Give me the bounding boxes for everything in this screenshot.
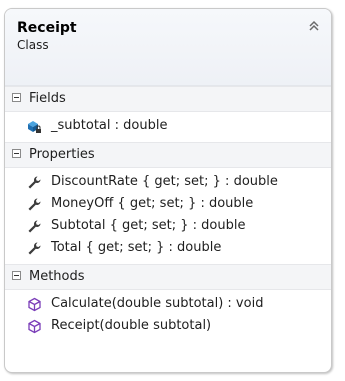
member-text: _subtotal : double <box>51 118 168 133</box>
class-header: Receipt Class <box>5 9 331 86</box>
fields-list: _subtotal : double <box>5 112 331 142</box>
properties-list: DiscountRate { get; set; } : double Mone… <box>5 168 331 264</box>
method-cube-icon <box>28 297 41 312</box>
property-item[interactable]: Total { get; set; } : double <box>5 237 331 259</box>
section-label-properties: Properties <box>29 147 95 162</box>
collapse-toggle-icon[interactable] <box>12 149 21 158</box>
class-kind: Class <box>17 38 49 52</box>
member-text: DiscountRate { get; set; } : double <box>51 174 278 189</box>
methods-list: Calculate(double subtotal) : void Receip… <box>5 290 331 342</box>
section-header-properties[interactable]: Properties <box>5 142 331 168</box>
wrench-icon <box>28 176 41 189</box>
method-item[interactable]: Calculate(double subtotal) : void <box>5 293 331 315</box>
section-label-fields: Fields <box>29 91 66 106</box>
private-field-icon <box>28 121 41 133</box>
method-item[interactable]: Receipt(double subtotal) <box>5 315 331 337</box>
section-header-methods[interactable]: Methods <box>5 264 331 290</box>
member-text: Receipt(double subtotal) <box>51 318 212 333</box>
method-cube-icon <box>28 319 41 334</box>
property-item[interactable]: Subtotal { get; set; } : double <box>5 215 331 237</box>
wrench-icon <box>28 198 41 211</box>
member-text: Calculate(double subtotal) : void <box>51 296 264 311</box>
property-item[interactable]: DiscountRate { get; set; } : double <box>5 171 331 193</box>
wrench-icon <box>28 242 41 255</box>
member-text: MoneyOff { get; set; } : double <box>51 196 254 211</box>
section-label-methods: Methods <box>29 269 85 284</box>
collapse-toggle-icon[interactable] <box>12 93 21 102</box>
double-chevron-up-icon[interactable] <box>307 19 321 33</box>
section-header-fields[interactable]: Fields <box>5 86 331 112</box>
class-diagram-card: Receipt Class Fields _subtotal : double … <box>4 8 332 373</box>
class-title: Receipt <box>17 20 77 36</box>
wrench-icon <box>28 220 41 233</box>
member-text: Subtotal { get; set; } : double <box>51 218 246 233</box>
member-text: Total { get; set; } : double <box>51 240 222 255</box>
collapse-toggle-icon[interactable] <box>12 271 21 280</box>
property-item[interactable]: MoneyOff { get; set; } : double <box>5 193 331 215</box>
field-item[interactable]: _subtotal : double <box>5 115 331 137</box>
